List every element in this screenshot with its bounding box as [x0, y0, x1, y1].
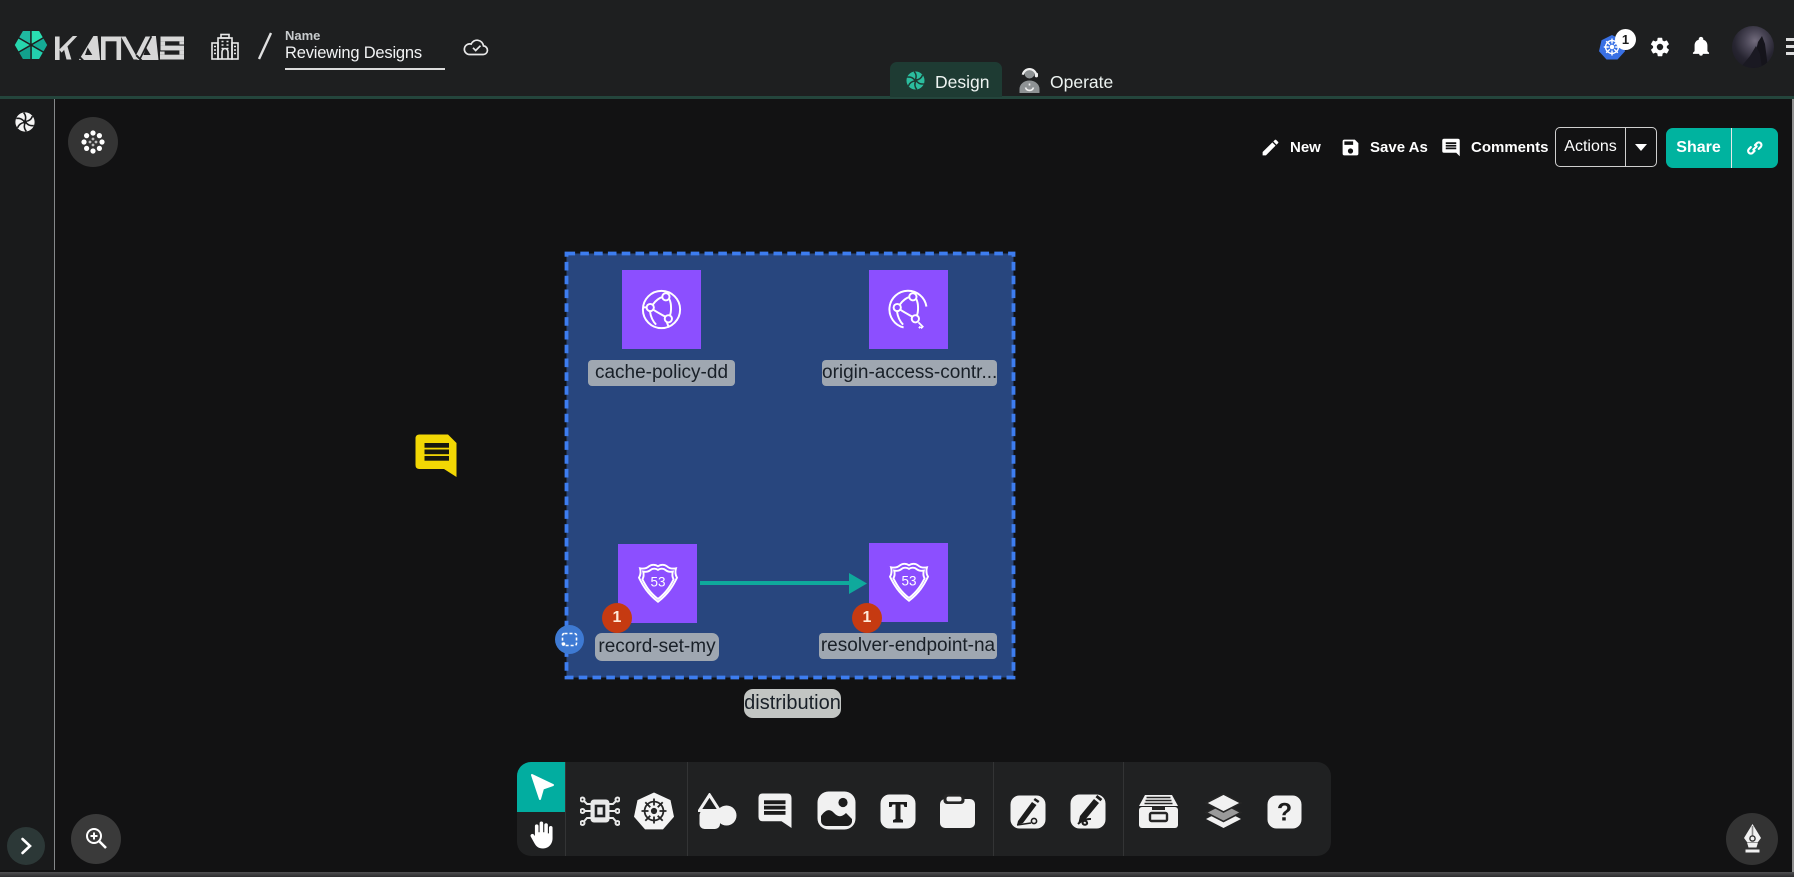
svg-text:53: 53	[650, 575, 665, 590]
svg-text:?: ?	[1277, 799, 1292, 827]
svg-text:53: 53	[901, 574, 916, 589]
